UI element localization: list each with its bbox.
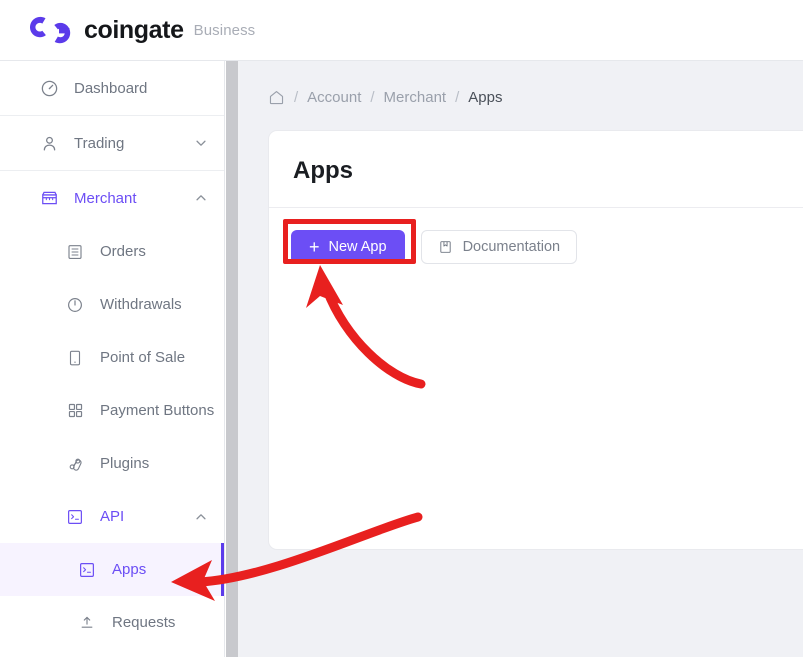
sidebar-item-label: Withdrawals [100, 296, 182, 313]
breadcrumb: / Account / Merchant / Apps [240, 61, 803, 106]
sidebar-item-label: Merchant [74, 189, 137, 207]
grid-icon [64, 400, 86, 422]
store-icon [38, 187, 60, 209]
main-content: / Account / Merchant / Apps Apps + New A… [240, 61, 803, 657]
sidebar-item-label: Orders [100, 243, 146, 260]
sidebar-item-dashboard[interactable]: Dashboard [0, 61, 224, 115]
sidebar-item-orders[interactable]: Orders [0, 225, 224, 278]
power-icon [64, 294, 86, 316]
plug-icon [64, 453, 86, 475]
terminal-icon [76, 559, 98, 581]
sidebar-item-label: Dashboard [74, 79, 148, 97]
breadcrumb-separator: / [455, 89, 460, 106]
chevron-up-icon[interactable] [194, 510, 208, 524]
breadcrumb-separator: / [370, 89, 375, 106]
sidebar-item-label: Plugins [100, 455, 150, 472]
terminal-icon [64, 506, 86, 528]
chevron-down-icon[interactable] [194, 136, 208, 150]
sidebar-item-merchant[interactable]: Merchant [0, 171, 224, 225]
sidebar-item-label: Requests [112, 614, 176, 631]
sidebar: Dashboard Trading Merchant Orders Withdr… [0, 61, 225, 657]
card-action-row: + New App Documentation [269, 208, 803, 264]
new-app-button[interactable]: + New App [291, 230, 405, 264]
breadcrumb-item-merchant[interactable]: Merchant [384, 89, 447, 106]
sidebar-item-trading[interactable]: Trading [0, 116, 224, 170]
breadcrumb-item-apps: Apps [468, 89, 503, 106]
book-icon [439, 241, 451, 253]
sidebar-item-label: API [100, 508, 125, 525]
sidebar-item-requests[interactable]: Requests [0, 596, 224, 649]
user-icon [38, 132, 60, 154]
sidebar-group-dashboard: Dashboard [0, 61, 224, 116]
sidebar-group-trading: Trading [0, 116, 224, 171]
new-app-button-label: New App [328, 239, 387, 255]
app-root: coingate Business Dashboard Trading Merc… [0, 0, 803, 657]
brand-suffix: Business [193, 21, 256, 39]
list-icon [64, 241, 86, 263]
breadcrumb-item-account[interactable]: Account [307, 89, 361, 106]
sidebar-item-label: Payment Buttons [100, 402, 215, 419]
sidebar-group-merchant: Merchant Orders Withdrawals Point of Sal… [0, 171, 224, 649]
page-title: Apps [293, 157, 353, 184]
home-icon[interactable] [268, 89, 285, 106]
sidebar-item-label: Apps [112, 561, 147, 578]
page-scrollbar-thumb[interactable] [226, 61, 238, 657]
sidebar-item-api[interactable]: API [0, 490, 224, 543]
sidebar-item-label: Point of Sale [100, 349, 186, 366]
sidebar-item-point-of-sale[interactable]: Point of Sale [0, 331, 224, 384]
upload-icon [76, 612, 98, 634]
sidebar-item-payment-buttons[interactable]: Payment Buttons [0, 384, 224, 437]
brand-logo[interactable]: coingate Business [0, 15, 255, 45]
plus-icon: + [309, 237, 320, 257]
apps-card: Apps + New App Documentation [268, 130, 803, 550]
documentation-button[interactable]: Documentation [420, 230, 578, 264]
sidebar-item-label: Trading [74, 134, 125, 152]
sidebar-item-apps[interactable]: Apps [0, 543, 224, 596]
device-icon [64, 347, 86, 369]
speedometer-icon [38, 77, 60, 99]
top-bar: coingate Business [0, 0, 803, 61]
sidebar-item-withdrawals[interactable]: Withdrawals [0, 278, 224, 331]
breadcrumb-separator: / [294, 89, 299, 106]
brand-name: coingate [84, 15, 184, 44]
coingate-cg-logo-icon [29, 16, 71, 44]
documentation-button-label: Documentation [462, 239, 561, 255]
chevron-up-icon[interactable] [194, 191, 208, 205]
sidebar-item-plugins[interactable]: Plugins [0, 437, 224, 490]
